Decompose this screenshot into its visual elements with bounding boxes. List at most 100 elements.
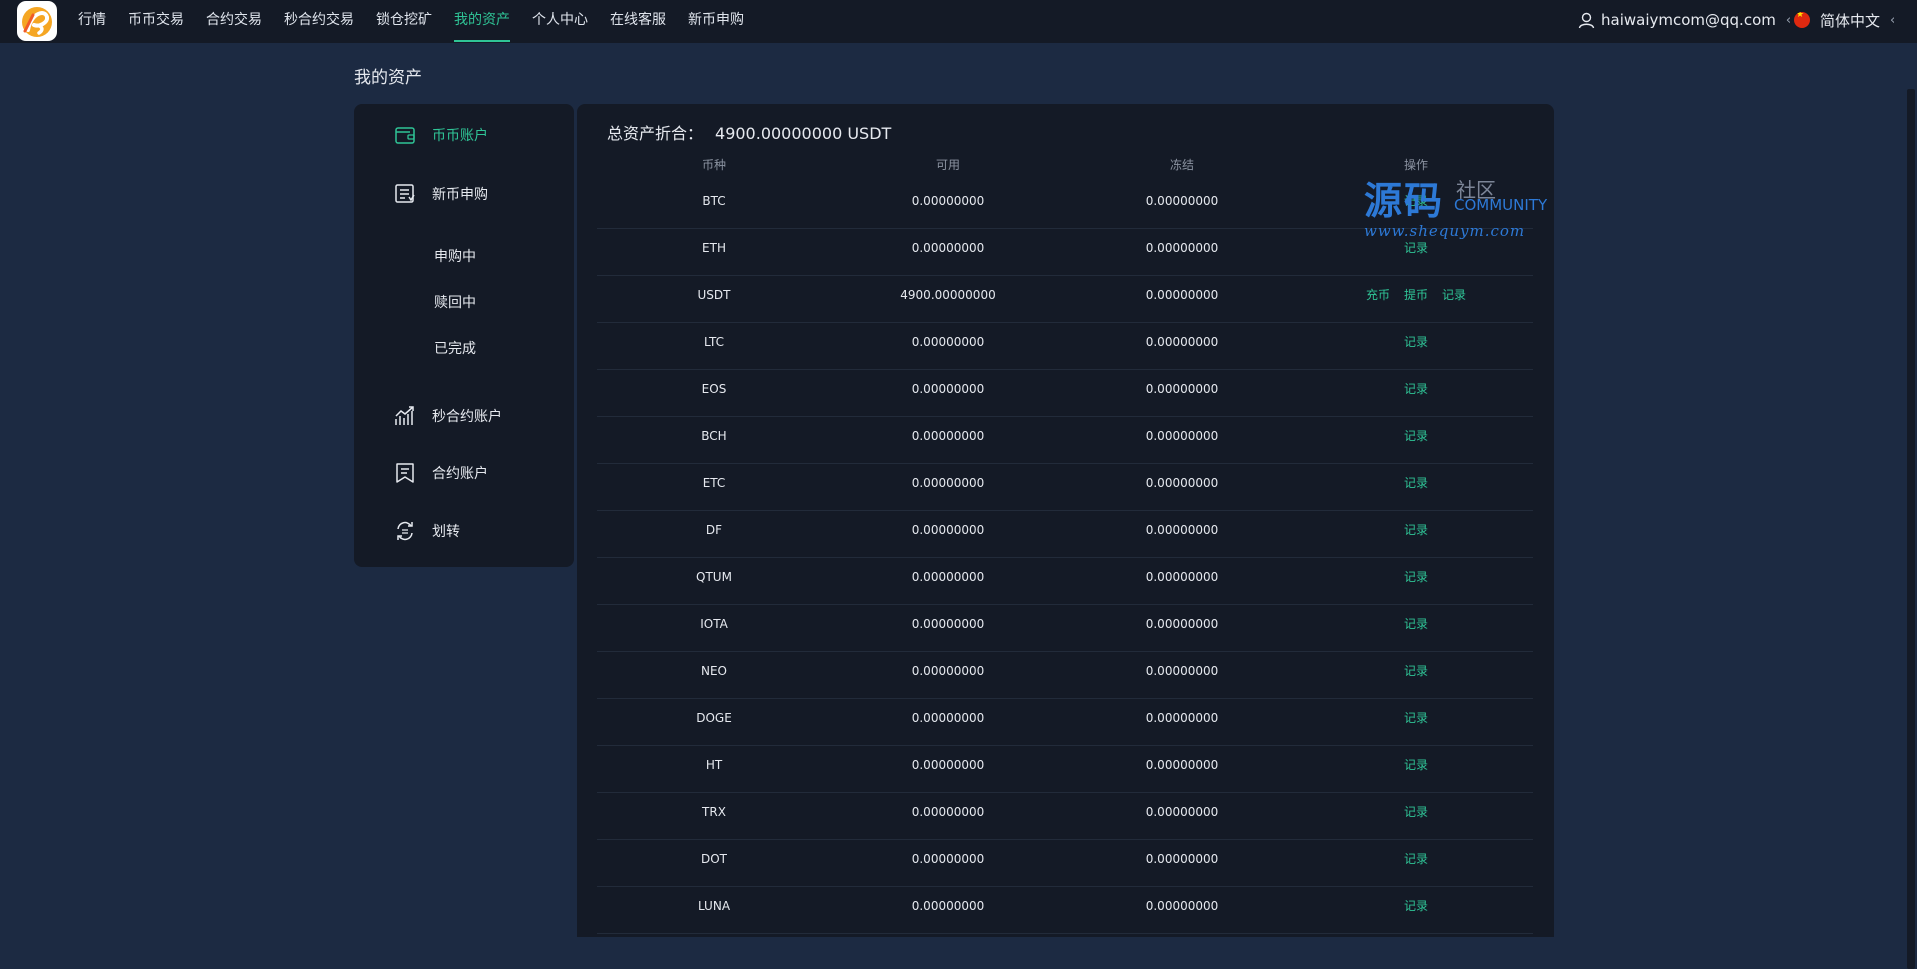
cell-frozen: 0.00000000 xyxy=(1145,429,1219,443)
cell-coin: EOS xyxy=(701,382,727,396)
nav-item-spot-trading[interactable]: 币币交易 xyxy=(128,0,184,43)
record-link[interactable]: 记录 xyxy=(1404,417,1428,463)
table-row: DOGE 0.00000000 0.00000000 记录 xyxy=(597,699,1533,746)
record-link[interactable]: 记录 xyxy=(1404,746,1428,792)
cell-coin: NEO xyxy=(700,664,727,678)
cell-available: 0.00000000 xyxy=(911,523,985,537)
table-row: HT 0.00000000 0.00000000 记录 xyxy=(597,746,1533,793)
brand-logo-icon xyxy=(22,7,52,37)
nav-item-second-contract[interactable]: 秒合约交易 xyxy=(284,0,354,43)
sidebar-item-label: 新币申购 xyxy=(432,187,488,203)
cell-frozen: 0.00000000 xyxy=(1145,664,1219,678)
cell-actions: 记录 xyxy=(1299,887,1533,933)
sidebar-item-second-contract-account[interactable]: 秒合约账户 xyxy=(394,401,502,431)
record-link[interactable]: 记录 xyxy=(1404,887,1428,933)
sidebar-subitem-completed[interactable]: 已完成 xyxy=(434,337,476,361)
nav-item-contract-trading[interactable]: 合约交易 xyxy=(206,0,262,43)
cell-actions: 记录 xyxy=(1299,840,1533,886)
nav-item-personal-center[interactable]: 个人中心 xyxy=(532,0,588,43)
watermark-text: 源码 xyxy=(1364,179,1445,223)
nav-item-market[interactable]: 行情 xyxy=(78,0,106,43)
language-selector[interactable]: 简体中文 ‹ xyxy=(1794,0,1895,40)
total-assets: 总资产折合： 4900.00000000 USDT xyxy=(607,120,891,144)
cell-available: 0.00000000 xyxy=(911,852,985,866)
record-link[interactable]: 记录 xyxy=(1404,511,1428,557)
cell-actions: 充币 提币 记录 xyxy=(1299,276,1533,322)
cell-available: 0.00000000 xyxy=(911,758,985,772)
sidebar-item-transfer[interactable]: 划转 xyxy=(394,516,460,546)
cell-coin: ETC xyxy=(702,476,726,490)
cell-actions: 记录 xyxy=(1299,417,1533,463)
sidebar-subitem-subscribing[interactable]: 申购中 xyxy=(434,245,476,269)
document-icon xyxy=(396,463,414,483)
record-link[interactable]: 记录 xyxy=(1404,370,1428,416)
table-row: EOS 0.00000000 0.00000000 记录 xyxy=(597,370,1533,417)
record-link[interactable]: 记录 xyxy=(1404,464,1428,510)
sidebar-subitem-redeeming[interactable]: 赎回中 xyxy=(434,291,476,315)
record-link[interactable]: 记录 xyxy=(1404,793,1428,839)
page-title: 我的资产 xyxy=(354,68,422,88)
table-row: LTC 0.00000000 0.00000000 记录 xyxy=(597,323,1533,370)
main-nav: 行情 币币交易 合约交易 秒合约交易 锁仓挖矿 我的资产 个人中心 在线客服 新… xyxy=(78,0,766,43)
page-scrollbar[interactable] xyxy=(1905,43,1917,969)
cell-actions: 记录 xyxy=(1299,370,1533,416)
cell-available: 0.00000000 xyxy=(911,476,985,490)
cell-coin: QTUM xyxy=(696,570,732,584)
record-link[interactable]: 记录 xyxy=(1404,323,1428,369)
cell-available: 0.00000000 xyxy=(911,617,985,631)
cell-frozen: 0.00000000 xyxy=(1145,852,1219,866)
total-assets-value: 4900.00000000 USDT xyxy=(715,124,892,143)
deposit-link[interactable]: 充币 xyxy=(1366,276,1390,322)
record-link[interactable]: 记录 xyxy=(1404,652,1428,698)
page-scrollbar-thumb[interactable] xyxy=(1907,89,1915,969)
subscription-icon xyxy=(395,184,415,203)
cell-frozen: 0.00000000 xyxy=(1145,288,1219,302)
sidebar-item-new-coin-subscription[interactable]: 新币申购 xyxy=(394,179,488,209)
withdraw-link[interactable]: 提币 xyxy=(1404,276,1428,322)
brand-logo[interactable] xyxy=(17,1,57,41)
cell-available: 0.00000000 xyxy=(911,711,985,725)
table-row: BCH 0.00000000 0.00000000 记录 xyxy=(597,417,1533,464)
record-link[interactable]: 记录 xyxy=(1442,276,1466,322)
cell-available: 0.00000000 xyxy=(911,664,985,678)
cell-actions: 记录 xyxy=(1299,558,1533,604)
cell-coin: USDT xyxy=(697,288,731,302)
column-header-available: 可用 xyxy=(935,158,960,172)
record-link[interactable]: 记录 xyxy=(1404,699,1428,745)
sidebar-item-label: 币币账户 xyxy=(432,128,488,144)
nav-item-my-assets[interactable]: 我的资产 xyxy=(454,0,510,43)
cell-coin: LTC xyxy=(703,335,725,349)
nav-item-online-support[interactable]: 在线客服 xyxy=(610,0,666,43)
cell-available: 0.00000000 xyxy=(911,899,985,913)
column-header-coin: 币种 xyxy=(701,158,726,172)
cell-available: 0.00000000 xyxy=(911,194,985,208)
nav-item-lock-mining[interactable]: 锁仓挖矿 xyxy=(376,0,432,43)
record-link[interactable]: 记录 xyxy=(1404,840,1428,886)
record-link[interactable]: 记录 xyxy=(1404,605,1428,651)
chevron-left-icon: ‹ xyxy=(1785,12,1792,28)
cell-coin: DOGE xyxy=(696,711,732,725)
table-body: BTC 0.00000000 0.00000000 记录 ETH 0.00000000 0.… xyxy=(597,182,1533,934)
cell-coin: ETH xyxy=(702,241,726,255)
sidebar-item-spot-account[interactable]: 币币账户 xyxy=(394,120,488,150)
cell-coin: BCH xyxy=(701,429,727,443)
sidebar-item-label: 划转 xyxy=(432,524,460,540)
cell-actions: 记录 xyxy=(1299,793,1533,839)
sidebar-item-label: 秒合约账户 xyxy=(432,409,502,425)
cell-frozen: 0.00000000 xyxy=(1145,335,1219,349)
nav-item-new-coin-subscription[interactable]: 新币申购 xyxy=(688,0,744,43)
total-assets-label: 总资产折合： xyxy=(607,124,704,143)
sidebar-item-contract-account[interactable]: 合约账户 xyxy=(394,458,488,488)
cell-coin: BTC xyxy=(702,194,726,208)
table-row: NEO 0.00000000 0.00000000 记录 xyxy=(597,652,1533,699)
cell-frozen: 0.00000000 xyxy=(1145,805,1219,819)
cell-frozen: 0.00000000 xyxy=(1145,570,1219,584)
cell-frozen: 0.00000000 xyxy=(1145,241,1219,255)
user-menu[interactable]: haiwaiymcom@qq.com ‹ xyxy=(1578,0,1791,40)
asset-sidebar: 币币账户 新币申购 申购中 赎回中 已完成 秒合约账户 合约账户 划转 xyxy=(354,104,574,567)
record-link[interactable]: 记录 xyxy=(1404,558,1428,604)
column-header-frozen: 冻结 xyxy=(1169,158,1194,172)
user-email: haiwaiymcom@qq.com xyxy=(1601,11,1776,29)
user-icon xyxy=(1578,12,1595,28)
cell-actions: 记录 xyxy=(1299,605,1533,651)
